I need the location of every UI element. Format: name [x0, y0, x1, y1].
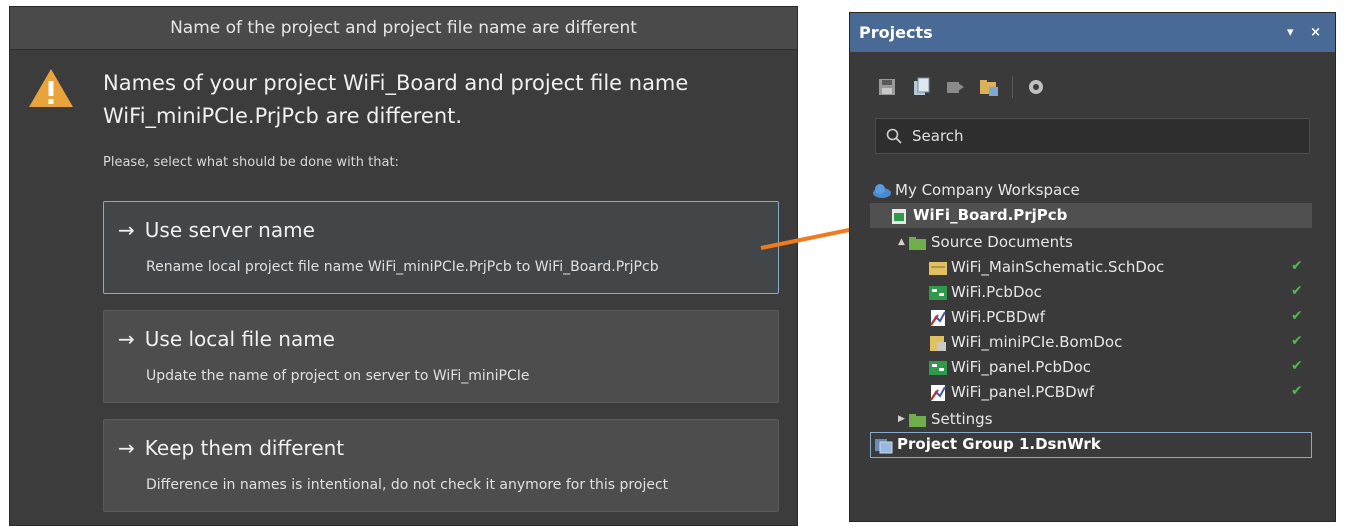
toolbar-separator — [1012, 76, 1013, 98]
heading-line-1: Names of your project WiFi_Board and pro… — [103, 71, 689, 95]
expand-down-icon[interactable]: ▲ — [898, 230, 908, 255]
tree-item-label: My Company Workspace — [895, 181, 1080, 199]
tree-item-label: WiFi_MainSchematic.SchDoc — [951, 258, 1165, 276]
search-icon — [886, 128, 902, 144]
tree-item-label: WiFi.PCBDwf — [951, 308, 1046, 326]
tree-item-label: WiFi_panel.PcbDoc — [951, 358, 1092, 376]
tree-item-document[interactable]: WiFi.PcbDoc — [928, 280, 1042, 305]
settings-icon[interactable] — [1025, 76, 1047, 98]
dialog-title: Name of the project and project file nam… — [10, 7, 797, 50]
tree-item-label: Settings — [931, 410, 993, 428]
tree-item-label: WiFi.PcbDoc — [951, 283, 1042, 301]
synced-check-icon: ✔ — [1291, 283, 1303, 299]
keep-them-different-button[interactable]: → Keep them different Difference in names… — [103, 419, 779, 512]
tree-item-document[interactable]: WiFi_MainSchematic.SchDoc — [928, 255, 1164, 280]
tree-item-project[interactable]: WiFi_Board.PrjPcb — [890, 203, 1067, 228]
draftsman-doc-icon — [930, 384, 946, 401]
panel-menu-icon[interactable]: ▾ — [1287, 25, 1294, 40]
tree-item-document[interactable]: WiFi.PCBDwf — [928, 305, 1045, 330]
arrow-right-icon: → — [118, 218, 135, 242]
option-title: Keep them different — [144, 436, 345, 460]
projects-panel: Projects ▾ × Search My Company Workspace… — [849, 12, 1336, 522]
synced-check-icon: ✔ — [1291, 333, 1303, 349]
option-title: Use local file name — [144, 327, 335, 351]
use-server-name-button[interactable]: → Use server name Rename local project fi… — [103, 201, 779, 294]
tree-item-document[interactable]: WiFi_miniPCIe.BomDoc — [928, 330, 1122, 355]
option-description: Rename local project file name WiFi_mini… — [146, 259, 659, 275]
option-description: Update the name of project on server to … — [146, 368, 530, 384]
arrow-right-icon: → — [118, 436, 135, 460]
tree-item-project-group[interactable]: Project Group 1.DsnWrk — [874, 432, 1101, 457]
tree-item-label: WiFi_Board.PrjPcb — [913, 206, 1068, 224]
panel-close-icon[interactable]: × — [1310, 25, 1321, 40]
panel-toolbar — [876, 75, 1059, 99]
project-name-mismatch-dialog: Name of the project and project file nam… — [9, 6, 798, 526]
tree-item-source-documents[interactable]: ▲ Source Documents — [898, 230, 1073, 255]
tree-item-label: WiFi_panel.PCBDwf — [951, 383, 1095, 401]
schematic-doc-icon — [929, 261, 947, 275]
bom-doc-icon — [930, 335, 946, 351]
synced-check-icon: ✔ — [1291, 383, 1303, 399]
open-project-icon[interactable] — [910, 76, 932, 98]
tree-item-label: WiFi_miniPCIe.BomDoc — [951, 333, 1123, 351]
synced-check-icon: ✔ — [1291, 308, 1303, 324]
expand-right-icon[interactable]: ▶ — [898, 407, 908, 432]
project-group-icon — [875, 438, 893, 453]
cloud-workspace-icon — [873, 183, 891, 198]
close-project-icon[interactable] — [944, 76, 966, 98]
search-placeholder: Search — [912, 127, 964, 145]
dialog-prompt: Please, select what should be done with … — [103, 155, 399, 170]
pcb-project-icon — [892, 208, 906, 224]
panel-title: Projects — [859, 23, 933, 42]
draftsman-doc-icon — [930, 309, 946, 326]
option-description: Difference in names is intentional, do n… — [146, 477, 669, 493]
tree-item-workspace[interactable]: My Company Workspace — [872, 178, 1080, 203]
synced-check-icon: ✔ — [1291, 258, 1303, 274]
warning-icon — [29, 69, 73, 107]
pcb-doc-icon — [929, 285, 947, 300]
arrow-right-icon: → — [118, 327, 135, 351]
pcb-doc-icon — [929, 360, 947, 375]
tree-item-label: Source Documents — [931, 233, 1073, 251]
tree-item-label: Project Group 1.DsnWrk — [897, 435, 1101, 453]
tree-item-settings[interactable]: ▶ Settings — [898, 407, 993, 432]
tree-item-document[interactable]: WiFi_panel.PCBDwf — [928, 380, 1094, 405]
panel-header: Projects ▾ × — [850, 13, 1335, 52]
tree-item-document[interactable]: WiFi_panel.PcbDoc — [928, 355, 1091, 380]
save-icon[interactable] — [876, 76, 898, 98]
option-title: Use server name — [144, 218, 315, 242]
folder-icon — [909, 236, 926, 250]
folder-icon[interactable] — [978, 76, 1000, 98]
use-local-file-name-button[interactable]: → Use local file name Update the name of … — [103, 310, 779, 403]
search-input[interactable]: Search — [875, 118, 1310, 154]
heading-line-2: WiFi_miniPCIe.PrjPcb are different. — [103, 104, 463, 128]
dialog-heading: Names of your project WiFi_Board and pro… — [103, 67, 773, 133]
synced-check-icon: ✔ — [1291, 358, 1303, 374]
folder-icon — [909, 413, 926, 427]
